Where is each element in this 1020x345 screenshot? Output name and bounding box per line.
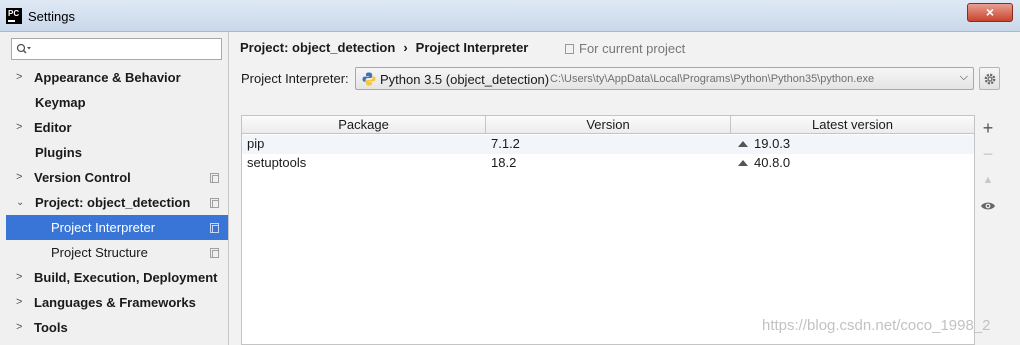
sidebar-item-label: Project Structure — [51, 245, 148, 260]
settings-search[interactable] — [11, 38, 222, 60]
sidebar-item-label: Editor — [34, 120, 72, 135]
sidebar-item-label: Project: object_detection — [35, 195, 191, 210]
project-scope-icon — [210, 173, 219, 183]
sidebar-item-keymap[interactable]: Keymap — [6, 90, 228, 115]
interpreter-name: Python 3.5 (object_detection) — [380, 72, 550, 87]
table-row[interactable]: setuptools 18.2 40.8.0 — [242, 154, 974, 173]
sidebar-item-label: Project Interpreter — [51, 220, 156, 235]
package-latest: 40.8.0 — [738, 155, 790, 170]
remove-package-button[interactable]: − — [976, 142, 1000, 166]
table-row[interactable]: pip 7.1.2 19.0.3 — [242, 135, 974, 154]
package-toolbar: + − ▲ — [976, 115, 1000, 345]
sidebar-item-editor[interactable]: > Editor — [6, 115, 228, 140]
sidebar-item-build-execution-deployment[interactable]: > Build, Execution, Deployment — [6, 265, 228, 290]
window-title: Settings — [28, 9, 75, 24]
sidebar-item-label: Plugins — [35, 145, 82, 160]
minus-icon: − — [982, 144, 994, 164]
sidebar-item-tools[interactable]: > Tools — [6, 315, 228, 340]
show-early-releases-button[interactable] — [976, 194, 1000, 218]
sidebar-item-label: Version Control — [34, 170, 131, 185]
column-header-package[interactable]: Package — [242, 116, 486, 134]
add-package-button[interactable]: + — [976, 116, 1000, 140]
for-current-project-note: For current project — [565, 41, 685, 56]
settings-main-panel: Project: object_detection › Project Interp… — [229, 32, 1020, 345]
settings-tree: > Appearance & Behavior Keymap > Editor … — [6, 65, 228, 340]
sidebar-item-languages-frameworks[interactable]: > Languages & Frameworks — [6, 290, 228, 315]
chevron-right-icon: > — [16, 271, 23, 283]
packages-table: Package Version Latest version pip 7.1.2… — [241, 115, 975, 345]
python-icon — [362, 72, 376, 86]
sidebar-item-label: Appearance & Behavior — [34, 70, 181, 85]
sidebar-item-label: Keymap — [35, 95, 86, 110]
project-scope-icon — [210, 198, 219, 208]
interpreter-select[interactable]: Python 3.5 (object_detection) C:\Users\t… — [355, 67, 974, 90]
sidebar-item-version-control[interactable]: > Version Control — [6, 165, 228, 190]
package-version: 7.1.2 — [491, 136, 520, 151]
sidebar-item-project-structure[interactable]: Project Structure — [6, 240, 228, 265]
project-scope-icon — [210, 223, 219, 233]
breadcrumb: Project: object_detection › Project Interp… — [240, 40, 528, 55]
plus-icon: + — [982, 118, 994, 138]
package-version: 18.2 — [491, 155, 517, 170]
sidebar-item-label: Languages & Frameworks — [34, 295, 196, 310]
settings-search-input[interactable] — [34, 41, 219, 57]
search-icon — [16, 43, 31, 54]
sidebar-item-project[interactable]: ⌄ Project: object_detection — [6, 190, 228, 215]
upgrade-available-icon — [738, 141, 748, 147]
package-name: setuptools — [247, 155, 307, 170]
window-close-button[interactable]: × — [967, 3, 1013, 22]
watermark: https://blog.csdn.net/coco_1998_2 — [762, 317, 991, 334]
interpreter-settings-button[interactable] — [979, 67, 1000, 90]
project-scope-icon — [210, 248, 219, 258]
upgrade-package-button[interactable]: ▲ — [976, 168, 1000, 192]
project-scope-icon — [565, 44, 574, 54]
breadcrumb-parent[interactable]: Project: object_detection — [240, 40, 395, 55]
column-header-version[interactable]: Version — [486, 116, 731, 134]
interpreter-label: Project Interpreter: — [241, 71, 349, 86]
pycharm-app-icon: PC — [6, 8, 22, 24]
chevron-right-icon: > — [16, 296, 23, 308]
breadcrumb-current: Project Interpreter — [415, 40, 529, 55]
sidebar-item-label: Build, Execution, Deployment — [34, 270, 218, 285]
table-header: Package Version Latest version — [242, 116, 974, 134]
package-latest: 19.0.3 — [738, 136, 790, 151]
sidebar-item-label: Tools — [34, 320, 68, 335]
settings-sidebar: > Appearance & Behavior Keymap > Editor … — [0, 32, 229, 345]
breadcrumb-separator: › — [403, 40, 408, 55]
upgrade-icon: ▲ — [982, 174, 994, 186]
sidebar-item-plugins[interactable]: Plugins — [6, 140, 228, 165]
chevron-right-icon: > — [16, 171, 23, 183]
eye-icon — [981, 202, 995, 210]
chevron-right-icon: > — [16, 321, 23, 333]
gear-icon — [984, 73, 996, 85]
for-current-project-label: For current project — [579, 41, 686, 56]
chevron-down-icon: ⌄ — [16, 197, 25, 208]
interpreter-path: C:\Users\ty\AppData\Local\Programs\Pytho… — [550, 73, 875, 85]
chevron-right-icon: > — [16, 71, 23, 83]
sidebar-item-appearance-behavior[interactable]: > Appearance & Behavior — [6, 65, 228, 90]
chevron-right-icon: > — [16, 121, 23, 133]
sidebar-item-project-interpreter[interactable]: Project Interpreter — [6, 215, 228, 240]
package-name: pip — [247, 136, 265, 151]
title-bar: PC Settings × — [0, 0, 1020, 32]
chevron-down-icon: ⌵ — [959, 71, 968, 83]
column-header-latest-version[interactable]: Latest version — [731, 116, 974, 134]
upgrade-available-icon — [738, 160, 748, 166]
